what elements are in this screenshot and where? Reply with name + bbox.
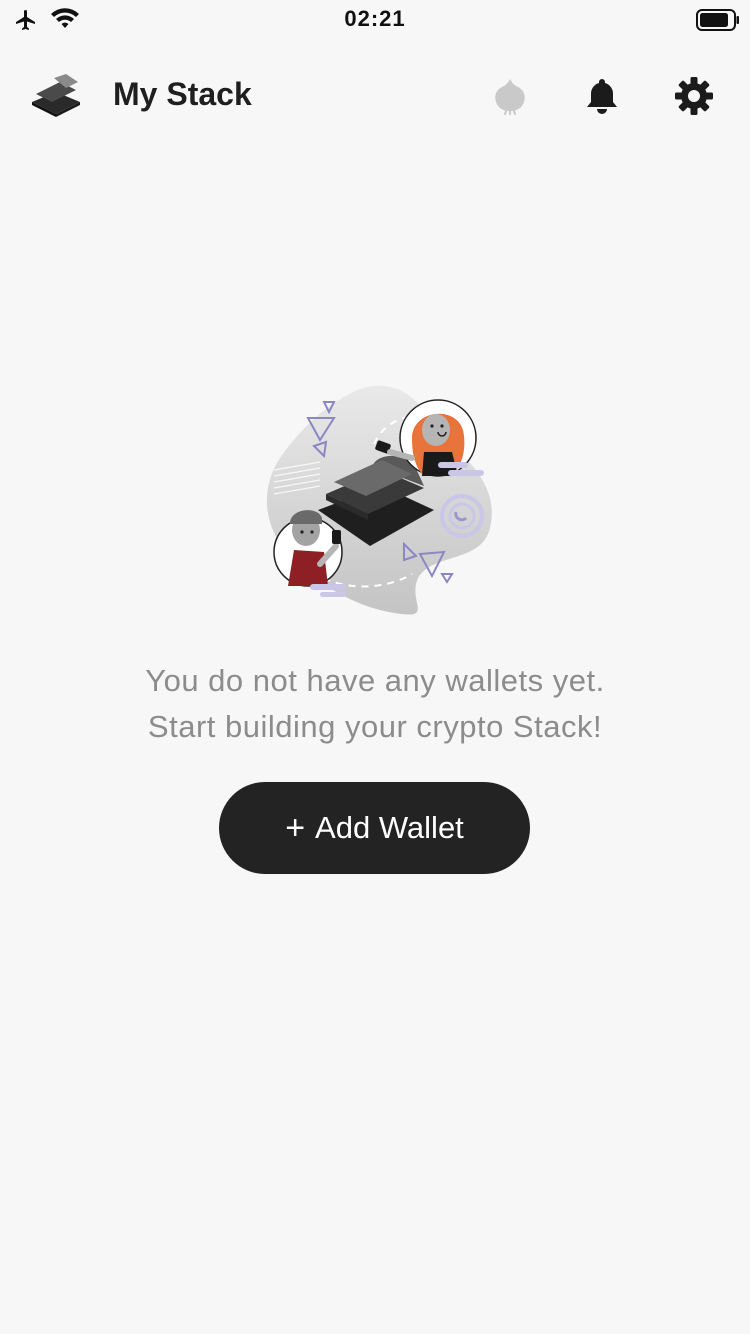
stack-logo-icon [30, 74, 82, 118]
status-bar: 02:21 [0, 0, 750, 40]
page-title: My Stack [113, 76, 252, 112]
empty-state-line-1: You do not have any wallets yet. [145, 663, 605, 698]
battery-icon [696, 9, 739, 31]
add-wallet-button[interactable]: + Add Wallet [219, 782, 530, 874]
app-header: My Stack [0, 60, 750, 136]
add-wallet-label: Add Wallet [315, 810, 464, 845]
status-time: 02:21 [344, 6, 406, 31]
empty-state-line-2: Start building your crypto Stack! [147, 709, 603, 744]
wallet-exchange-illustration [262, 378, 502, 618]
garlic-icon[interactable] [488, 74, 532, 118]
gear-icon[interactable] [672, 74, 716, 118]
empty-state-message: You do not have any wallets yet. Start b… [0, 658, 750, 750]
plus-icon: + [285, 809, 306, 847]
screen: 02:21 My Stack You do not have any walle… [0, 0, 750, 1334]
bell-icon[interactable] [580, 74, 624, 118]
